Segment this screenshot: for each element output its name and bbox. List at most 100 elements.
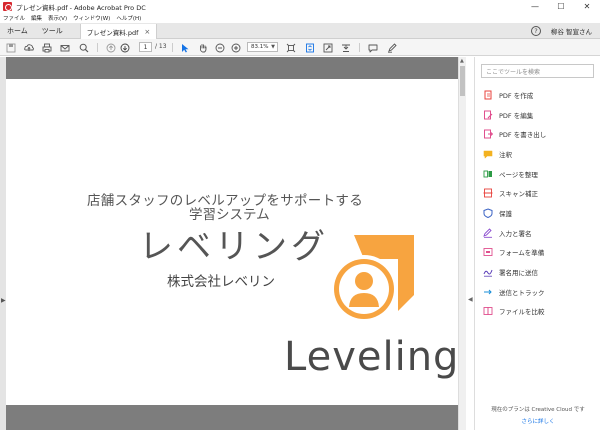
compare-files-icon — [483, 306, 493, 316]
tool-list: PDF を作成 PDF を編集 PDF を書き出し 注釈ページを整理 スキャン補正 保護入… — [483, 85, 597, 321]
save-icon[interactable] — [5, 42, 16, 53]
close-tab-icon[interactable]: × — [144, 28, 150, 36]
close-button[interactable]: ✕ — [574, 0, 600, 13]
tool-item-comment[interactable]: 注釈 — [483, 144, 597, 164]
page-number-input[interactable]: 1 — [139, 42, 152, 52]
tool-item-label: PDF を書き出し — [499, 131, 547, 140]
tool-item-enhance-scan[interactable]: スキャン補正 — [483, 183, 597, 203]
expand-left-panel-icon[interactable]: ▶ — [1, 297, 6, 304]
tool-item-label: 入力と署名 — [499, 229, 532, 238]
previous-page-icon[interactable] — [105, 42, 116, 53]
menu-edit[interactable]: 編集 — [31, 14, 42, 22]
user-name[interactable]: 柳谷 智宣さん — [551, 26, 592, 36]
create-pdf-icon — [483, 90, 493, 100]
toolbar: 1 / 13 83.1% ▼ — [0, 39, 600, 56]
fill-sign-icon — [483, 228, 493, 238]
tools-pane: ここでツールを検索 PDF を作成 PDF を編集 PDF を書き出し 注釈ページを整… — [474, 57, 600, 430]
tool-item-label: 保護 — [499, 209, 512, 218]
enhance-scan-icon — [483, 188, 493, 198]
tool-item-label: PDF を編集 — [499, 111, 534, 120]
tab-bar: ホーム ツール プレゼン資料.pdf × ? 柳谷 智宣さん — [0, 23, 600, 39]
menu-bar: ファイル 編集 表示(V) ウィンドウ(W) ヘルプ(H) — [0, 13, 600, 23]
window-controls: — ☐ ✕ — [522, 0, 600, 13]
upload-cloud-icon[interactable] — [23, 42, 34, 53]
page-headline: レベリング — [139, 227, 329, 267]
tool-item-send-track[interactable]: 送信とトラック — [483, 282, 597, 302]
tool-item-create-pdf[interactable]: PDF を作成 — [483, 85, 597, 105]
menu-file[interactable]: ファイル — [3, 14, 25, 22]
toolbar-divider — [172, 43, 173, 52]
export-pdf-icon — [483, 129, 493, 139]
full-screen-icon[interactable] — [322, 42, 333, 53]
menu-view[interactable]: 表示(V) — [48, 14, 67, 22]
window-title: プレゼン資料.pdf - Adobe Acrobat Pro DC — [16, 3, 146, 12]
scrollbar-thumb[interactable] — [460, 66, 465, 96]
company-name: 株式会社レベリン — [167, 274, 275, 290]
organize-pages-icon — [483, 169, 493, 179]
tab-document[interactable]: プレゼン資料.pdf × — [79, 24, 158, 39]
tool-item-organize-pages[interactable]: ページを整理 — [483, 164, 597, 184]
select-cursor-icon[interactable] — [179, 42, 190, 53]
tool-item-edit-pdf[interactable]: PDF を編集 — [483, 105, 597, 125]
learn-more-link[interactable]: さらに詳しく — [475, 417, 600, 425]
tool-item-label: ファイルを比較 — [499, 308, 545, 317]
zoom-value: 83.1% — [251, 44, 269, 50]
email-icon[interactable] — [59, 42, 70, 53]
prepare-form-icon — [483, 247, 493, 257]
tab-tools[interactable]: ツール — [35, 23, 70, 38]
tool-item-label: フォームを準備 — [499, 249, 545, 258]
scroll-mode-icon[interactable] — [304, 42, 315, 53]
send-signature-icon — [483, 267, 493, 277]
tool-item-label: ページを整理 — [499, 170, 538, 179]
title-bar: プレゼン資料.pdf - Adobe Acrobat Pro DC — ☐ ✕ — [0, 0, 600, 13]
tab-home[interactable]: ホーム — [0, 23, 35, 38]
zoom-select[interactable]: 83.1% ▼ — [247, 42, 278, 52]
tool-item-label: 注釈 — [499, 150, 512, 159]
tool-item-label: 署名用に送信 — [499, 269, 538, 278]
zoom-in-icon[interactable] — [230, 42, 241, 53]
tool-item-protect[interactable]: 保護 — [483, 203, 597, 223]
tools-search-input[interactable]: ここでツールを検索 — [481, 64, 594, 78]
vertical-scrollbar[interactable]: ▲ — [458, 57, 466, 430]
hand-tool-icon[interactable] — [197, 42, 208, 53]
fit-page-icon[interactable] — [285, 42, 296, 53]
search-icon[interactable] — [78, 42, 89, 53]
document-tab-label: プレゼン資料.pdf — [86, 28, 139, 37]
tool-item-label: PDF を作成 — [499, 91, 534, 100]
print-icon[interactable] — [41, 42, 52, 53]
toolbar-divider — [359, 43, 360, 52]
menu-help[interactable]: ヘルプ(H) — [116, 14, 141, 22]
collapse-right-panel-icon[interactable]: ◀ — [468, 296, 473, 303]
tool-item-fill-sign[interactable]: 入力と署名 — [483, 223, 597, 243]
page-total: / 13 — [155, 43, 167, 50]
tool-item-export-pdf[interactable]: PDF を書き出し — [483, 124, 597, 144]
next-page-icon[interactable] — [119, 42, 130, 53]
page-gap-bottom — [6, 405, 458, 430]
leveling-logo-icon — [330, 235, 414, 323]
read-mode-icon[interactable] — [340, 42, 351, 53]
account-area: ? 柳谷 智宣さん — [530, 23, 592, 39]
tool-item-prepare-form[interactable]: フォームを準備 — [483, 243, 597, 263]
menu-window[interactable]: ウィンドウ(W) — [73, 14, 110, 22]
comment-icon — [483, 149, 493, 159]
tool-item-label: 送信とトラック — [499, 288, 545, 297]
protect-icon — [483, 208, 493, 218]
tool-item-label: スキャン補正 — [499, 190, 538, 199]
pen-icon[interactable] — [386, 42, 397, 53]
toolbar-divider — [97, 43, 98, 52]
page-gap-top — [6, 57, 458, 79]
scroll-up-icon[interactable]: ▲ — [460, 58, 464, 64]
acrobat-app-icon — [3, 2, 12, 11]
help-icon[interactable]: ? — [530, 26, 541, 36]
tool-item-send-signature[interactable]: 署名用に送信 — [483, 262, 597, 282]
edit-pdf-icon — [483, 110, 493, 120]
document-viewport[interactable]: 店舗スタッフのレベルアップをサポートする 学習システム レベリング 株式会社レベ… — [6, 57, 458, 430]
send-track-icon — [483, 287, 493, 297]
pdf-page: 店舗スタッフのレベルアップをサポートする 学習システム レベリング 株式会社レベ… — [6, 79, 458, 405]
minimize-button[interactable]: — — [522, 0, 548, 13]
maximize-button[interactable]: ☐ — [548, 0, 574, 13]
comment-icon[interactable] — [367, 42, 378, 53]
tool-item-compare-files[interactable]: ファイルを比較 — [483, 302, 597, 322]
zoom-out-icon[interactable] — [214, 42, 225, 53]
brand-wordmark: Leveling — [284, 334, 460, 380]
